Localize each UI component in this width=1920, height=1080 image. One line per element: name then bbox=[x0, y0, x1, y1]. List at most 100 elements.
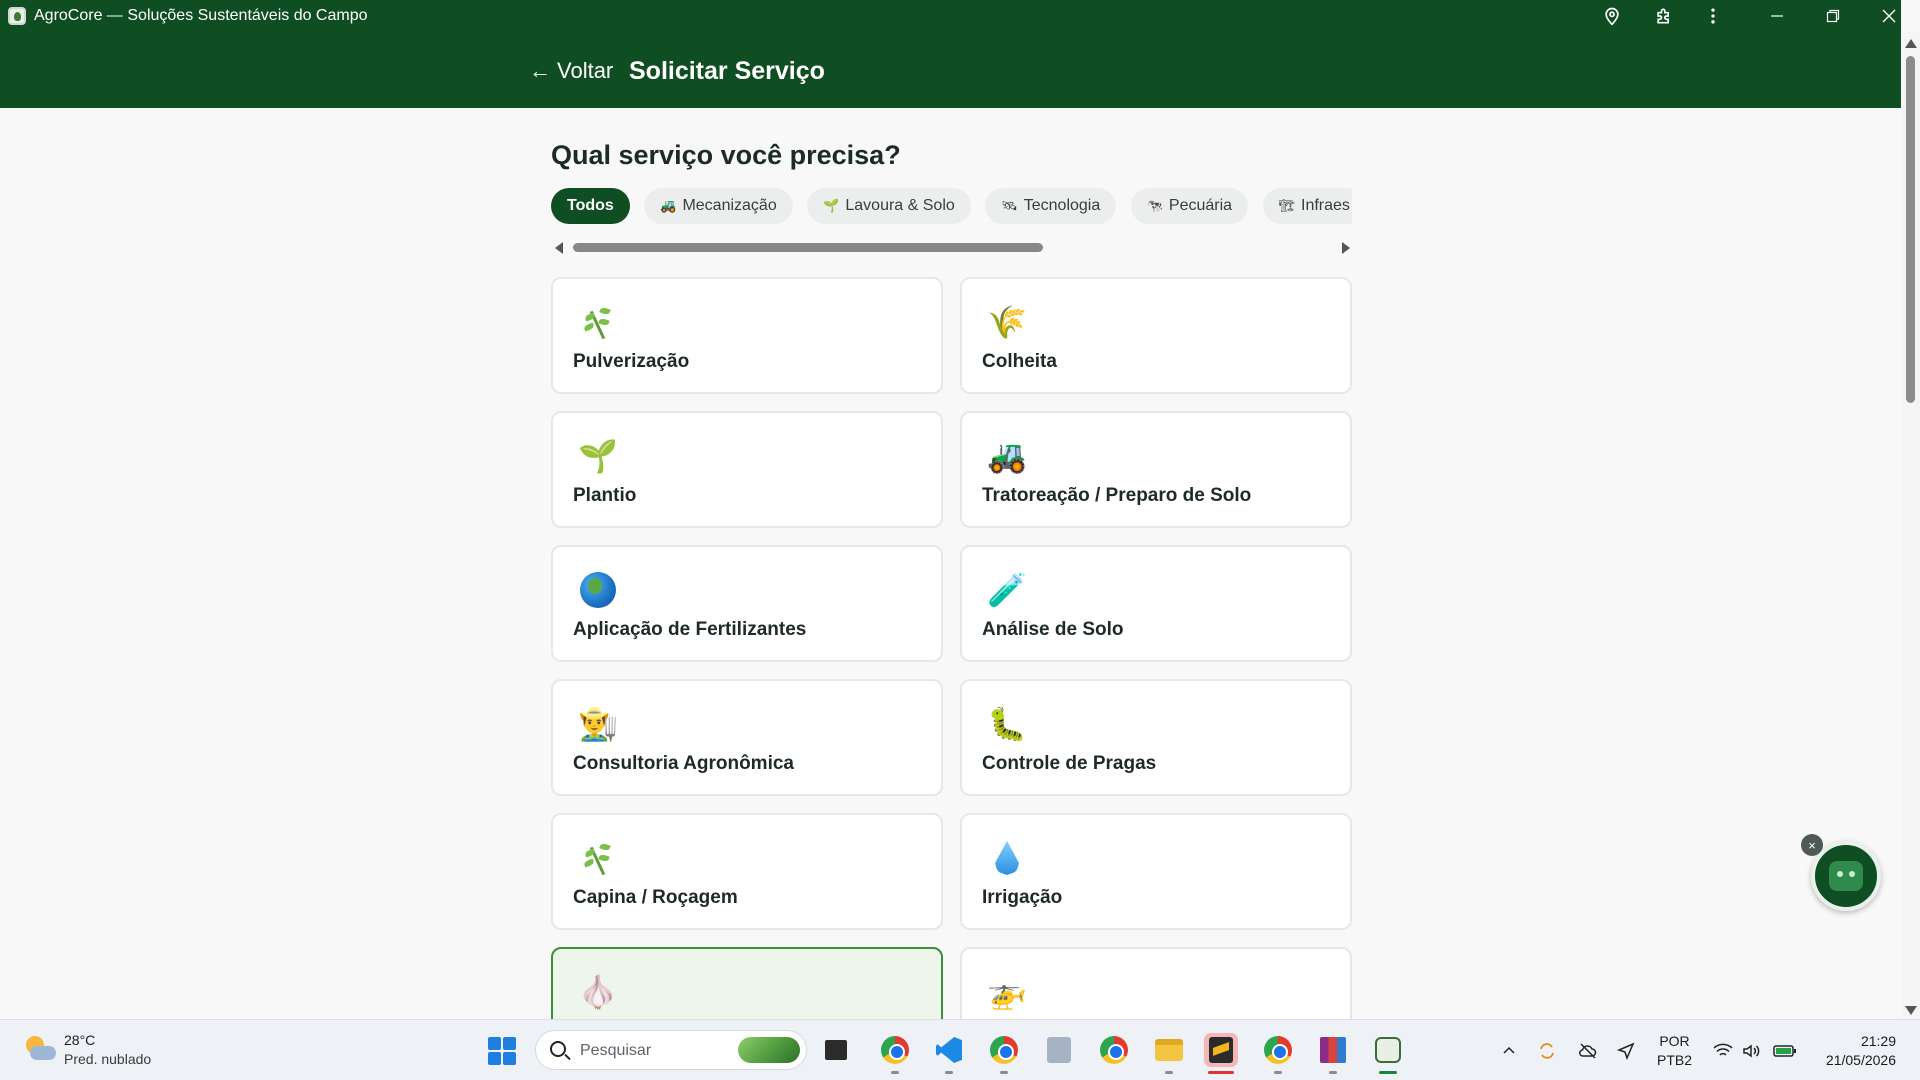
language-code: POR bbox=[1659, 1033, 1690, 1049]
chip-label: Infraes bbox=[1301, 197, 1350, 214]
category-chip-mecanizacao[interactable]: 🚜 Mecanização bbox=[644, 188, 793, 224]
keyboard-layout: PTB2 bbox=[1657, 1052, 1693, 1068]
category-chip-pecuaria[interactable]: 🐄 Pecuária bbox=[1130, 188, 1249, 224]
chatbot-close-button[interactable]: × bbox=[1801, 834, 1823, 856]
scrollbar-thumb[interactable] bbox=[1906, 56, 1915, 403]
horizontal-scrollbar-thumb[interactable] bbox=[573, 243, 1043, 252]
back-label: Voltar bbox=[557, 58, 614, 83]
category-chip-lavoura-solo[interactable]: 🌱 Lavoura & Solo bbox=[807, 188, 971, 224]
service-label: Aplicação de Fertilizantes bbox=[573, 619, 807, 640]
location-arrow-icon[interactable] bbox=[1614, 1020, 1638, 1080]
construction-icon: 🏗 bbox=[1278, 198, 1296, 213]
chip-label: Pecuária bbox=[1168, 197, 1233, 214]
chip-label: Todos bbox=[567, 197, 614, 214]
clock-date: 21/05/2026 bbox=[1825, 1052, 1896, 1068]
globe-icon bbox=[579, 571, 617, 609]
herb-icon bbox=[579, 303, 617, 341]
chrome-icon[interactable] bbox=[1097, 1033, 1131, 1067]
service-label: Irrigação bbox=[982, 887, 1063, 908]
category-chip-todos[interactable]: Todos bbox=[551, 188, 630, 224]
partly-cloudy-icon[interactable] bbox=[22, 1034, 56, 1064]
show-hidden-icons-chevron-icon[interactable] bbox=[1497, 1020, 1521, 1080]
service-card-capina[interactable]: Capina / Roçagem bbox=[551, 813, 943, 930]
vscode-icon[interactable] bbox=[932, 1033, 966, 1074]
tractor-icon: 🚜 bbox=[660, 198, 677, 213]
sublime-text-icon[interactable] bbox=[1204, 1033, 1238, 1074]
bug-icon: 🐛 bbox=[987, 706, 1027, 742]
chatbot-button[interactable] bbox=[1811, 841, 1881, 911]
chip-label: Mecanização bbox=[682, 197, 777, 214]
test-tube-icon: 🧪 bbox=[987, 572, 1027, 608]
window-titlebar: AgroCore — Soluções Sustentáveis do Camp… bbox=[0, 0, 1920, 31]
service-card-colheita[interactable]: 🌾 Colheita bbox=[960, 277, 1352, 394]
wheat-icon: 🌾 bbox=[987, 304, 1027, 340]
service-card-pulverizacao[interactable]: Pulverização bbox=[551, 277, 943, 394]
back-arrow-icon: ← bbox=[529, 58, 551, 83]
service-grid: Pulverização 🌾 Colheita 🌱 Plantio 🚜 Trat… bbox=[551, 277, 1352, 1019]
service-card-controle-pragas[interactable]: 🐛 Controle de Pragas bbox=[960, 679, 1352, 796]
scroll-down-icon[interactable] bbox=[1905, 1006, 1917, 1015]
volume-icon[interactable] bbox=[1740, 1020, 1764, 1080]
input-language-indicator[interactable]: POR PTB2 bbox=[1657, 1032, 1692, 1070]
service-label: Controle de Pragas bbox=[982, 753, 1157, 774]
start-button[interactable] bbox=[488, 1037, 516, 1065]
robot-icon bbox=[1829, 861, 1863, 891]
vertical-scrollbar[interactable] bbox=[1901, 31, 1920, 1019]
service-label: Análise de Solo bbox=[982, 619, 1124, 640]
back-button[interactable]: ← Voltar bbox=[529, 58, 613, 84]
category-horizontal-scrollbar[interactable] bbox=[551, 238, 1352, 256]
main-content: Qual serviço você precisa? Todos 🚜 Mecan… bbox=[0, 108, 1901, 1019]
category-chip-infraestrutura[interactable]: 🏗 Infraes bbox=[1262, 188, 1352, 224]
tractor-icon: 🚜 bbox=[987, 438, 1027, 474]
section-heading: Qual serviço você precisa? bbox=[551, 140, 901, 170]
scroll-up-icon[interactable] bbox=[1905, 39, 1917, 48]
scroll-left-icon[interactable] bbox=[555, 242, 563, 254]
service-card-analise-solo[interactable]: 🧪 Análise de Solo bbox=[960, 545, 1352, 662]
task-view-icon[interactable] bbox=[819, 1033, 853, 1067]
sprout-icon: 🌱 bbox=[578, 438, 618, 474]
location-pin-icon[interactable] bbox=[1597, 3, 1627, 29]
close-icon[interactable] bbox=[1861, 0, 1917, 31]
herb-icon bbox=[579, 839, 617, 877]
category-filter-row: Todos 🚜 Mecanização 🌱 Lavoura & Solo 🛰 T… bbox=[551, 188, 1352, 224]
extensions-puzzle-icon[interactable] bbox=[1649, 3, 1679, 29]
winrar-icon[interactable] bbox=[1316, 1033, 1350, 1074]
service-card-consultoria[interactable]: 👨‍🌾 Consultoria Agronômica bbox=[551, 679, 943, 796]
wifi-icon[interactable] bbox=[1711, 1020, 1735, 1080]
more-vertical-icon[interactable] bbox=[1698, 3, 1728, 29]
agrocore-app-icon[interactable] bbox=[1371, 1033, 1405, 1074]
service-label: Tratoreação / Preparo de Solo bbox=[982, 485, 1252, 506]
service-card-aerial[interactable]: 🚁 bbox=[960, 947, 1352, 1019]
minimize-icon[interactable] bbox=[1749, 0, 1805, 31]
chrome-profile-2-icon[interactable] bbox=[987, 1033, 1021, 1074]
category-chip-tecnologia[interactable]: 🛰 Tecnologia bbox=[985, 188, 1117, 224]
file-explorer-icon[interactable] bbox=[1152, 1033, 1186, 1074]
database-tool-icon[interactable] bbox=[1042, 1033, 1076, 1067]
service-card-plantio[interactable]: 🌱 Plantio bbox=[551, 411, 943, 528]
service-card-irrigacao[interactable]: Irrigação bbox=[960, 813, 1352, 930]
restore-icon[interactable] bbox=[1805, 0, 1861, 31]
service-card-fertilizantes[interactable]: Aplicação de Fertilizantes bbox=[551, 545, 943, 662]
page-title: Solicitar Serviço bbox=[629, 57, 825, 85]
cloud-off-icon[interactable] bbox=[1576, 1020, 1600, 1080]
service-label: Consultoria Agronômica bbox=[573, 753, 794, 774]
service-card-highlighted[interactable]: 🧄 bbox=[551, 947, 943, 1019]
search-icon bbox=[550, 1041, 566, 1057]
service-card-tratoreacao[interactable]: 🚜 Tratoreação / Preparo de Solo bbox=[960, 411, 1352, 528]
taskbar-search[interactable]: Pesquisar bbox=[535, 1030, 807, 1070]
search-highlight-image bbox=[738, 1037, 800, 1063]
system-clock[interactable]: 21:29 21/05/2026 bbox=[1816, 1032, 1896, 1070]
farmer-icon: 👨‍🌾 bbox=[578, 706, 618, 742]
scroll-right-icon[interactable] bbox=[1342, 242, 1350, 254]
cow-icon: 🐄 bbox=[1146, 198, 1163, 213]
weather-description[interactable]: Pred. nublado bbox=[64, 1051, 151, 1067]
sync-icon[interactable] bbox=[1535, 1020, 1559, 1080]
satellite-icon: 🛰 bbox=[1001, 198, 1018, 213]
chrome-profile-icon[interactable] bbox=[878, 1033, 912, 1074]
service-label: Colheita bbox=[982, 351, 1057, 372]
helicopter-icon: 🚁 bbox=[987, 974, 1027, 1010]
chrome-profile-3-icon[interactable] bbox=[1261, 1033, 1295, 1074]
battery-charging-icon[interactable] bbox=[1771, 1020, 1799, 1080]
weather-temperature[interactable]: 28°C bbox=[64, 1032, 95, 1048]
seedling-icon: 🌱 bbox=[823, 198, 840, 213]
